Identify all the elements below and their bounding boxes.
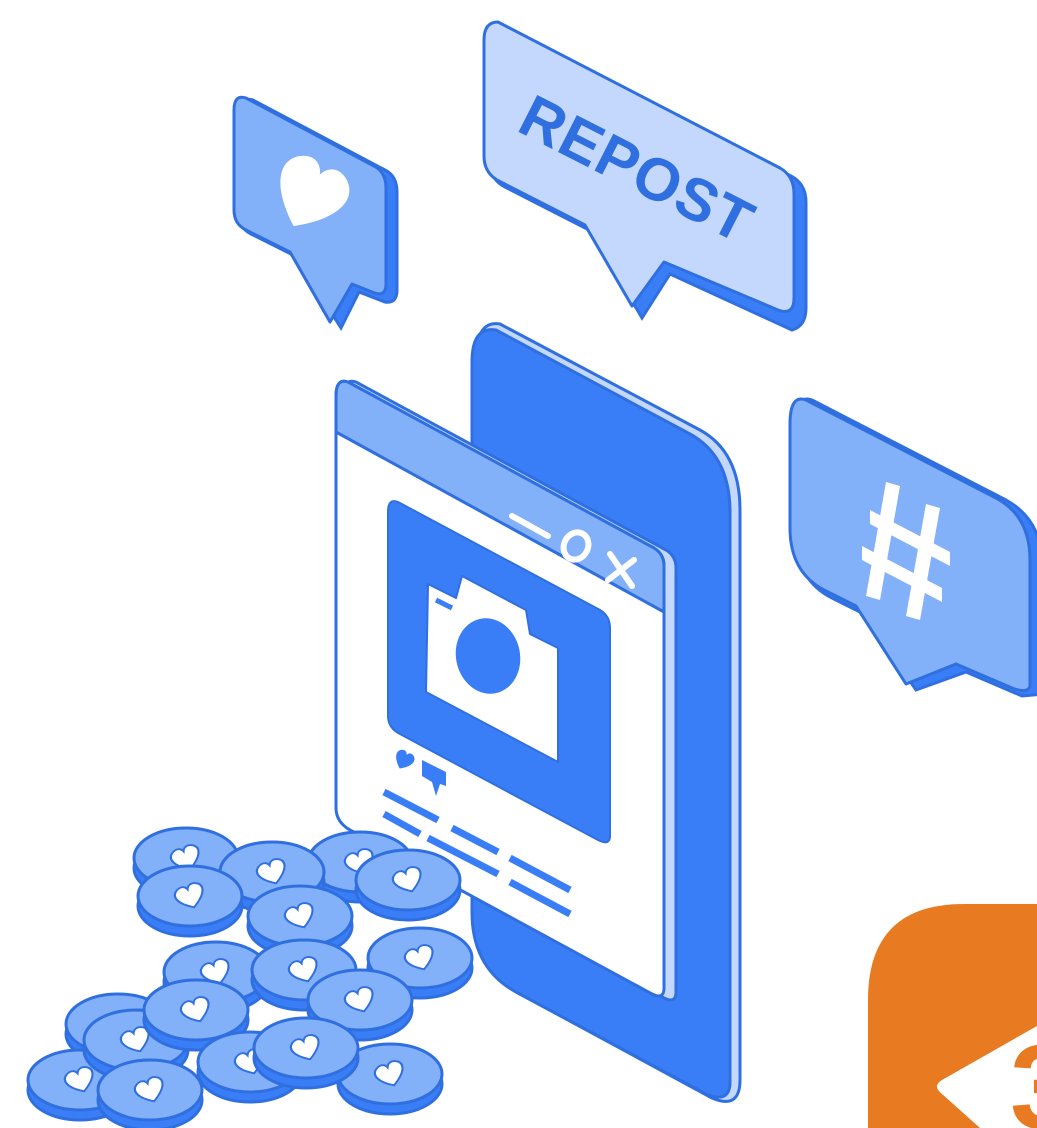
orange-badge: 3 bbox=[868, 904, 1037, 1128]
badge-number: 3 bbox=[1010, 1020, 1037, 1128]
heart-coin bbox=[354, 848, 462, 922]
social-media-illustration: REPOST bbox=[26, 20, 1037, 1128]
heart-coin bbox=[136, 864, 244, 938]
like-bubble bbox=[232, 95, 399, 332]
repost-bubble: REPOST bbox=[482, 20, 808, 332]
heart-coin bbox=[96, 1058, 204, 1128]
hashtag-bubble bbox=[788, 397, 1037, 698]
heart-coin bbox=[252, 1016, 360, 1090]
heart-coin-pile bbox=[26, 826, 474, 1128]
